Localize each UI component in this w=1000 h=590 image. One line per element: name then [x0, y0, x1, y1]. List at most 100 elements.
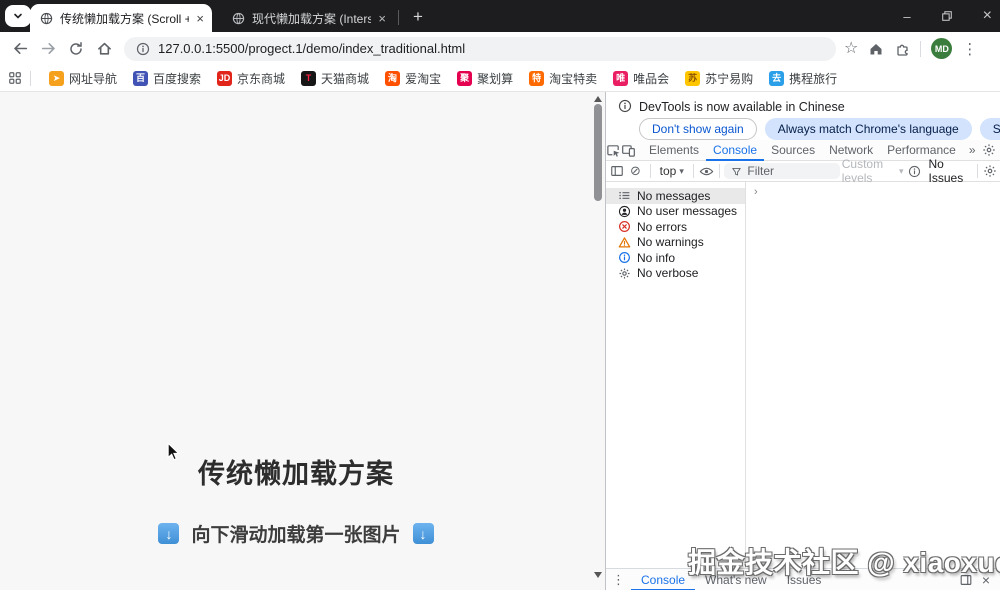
caret-down-icon: ▾: [899, 166, 904, 177]
sidebar-item-verbose[interactable]: No verbose: [606, 266, 745, 282]
bookmarks-bar: ➤ 网址导航 百 百度搜索 JD 京东商城 T 天猫商城 淘 爱淘宝 聚 聚划算…: [0, 65, 1000, 92]
eye-icon[interactable]: [699, 164, 714, 179]
sidebar-item-errors[interactable]: No errors: [606, 219, 745, 235]
dont-show-again-button[interactable]: Don't show again: [639, 118, 757, 140]
bookmark-label: 京东商城: [237, 70, 285, 87]
info-icon: [618, 251, 631, 264]
chevron-down-icon: [12, 10, 24, 22]
bookmark-juhuasuan[interactable]: 聚 聚划算: [449, 67, 521, 89]
bookmark-vip[interactable]: 唯 唯品会: [605, 67, 677, 89]
tab-search-button[interactable]: [5, 5, 31, 27]
bookmark-favicon: 苏: [685, 71, 700, 86]
tab-console[interactable]: Console: [706, 140, 764, 161]
drawer-tab-console[interactable]: Console: [631, 569, 695, 590]
toolbar-divider: [920, 41, 921, 57]
profile-avatar[interactable]: MD: [931, 38, 952, 59]
forward-button[interactable]: [34, 35, 62, 63]
extensions-icon[interactable]: [894, 41, 910, 57]
error-icon: [618, 220, 631, 233]
log-levels-dropdown[interactable]: Custom levels ▾: [842, 157, 904, 185]
console-filter-input[interactable]: Filter: [724, 163, 839, 179]
sidebar-item-label: No errors: [637, 220, 687, 234]
console-settings-gear-icon[interactable]: [983, 164, 997, 178]
more-tabs-icon[interactable]: »: [963, 143, 982, 157]
match-language-button[interactable]: Always match Chrome's language: [765, 118, 972, 140]
settings-gear-icon[interactable]: [982, 143, 996, 157]
reload-button[interactable]: [62, 35, 90, 63]
scroll-up-arrow[interactable]: [594, 96, 602, 102]
sidebar-item-label: No user messages: [637, 204, 737, 218]
watermark-text: 掘金技术社区 @ xiaoxue_: [688, 541, 1000, 581]
bookmark-favicon: 特: [529, 71, 544, 86]
address-bar[interactable]: 127.0.0.1:5500/progect.1/demo/index_trad…: [124, 37, 836, 61]
console-output-area[interactable]: ›: [746, 182, 1000, 568]
apps-grid-icon[interactable]: [8, 71, 22, 85]
console-sidebar-toggle-icon[interactable]: [610, 164, 624, 178]
issues-counter[interactable]: No Issues: [925, 157, 973, 185]
devtools-tabbar-right: ⋮ ×: [982, 142, 1000, 158]
device-toolbar-button[interactable]: [621, 140, 636, 160]
page-scrollbar[interactable]: [592, 92, 604, 590]
back-button[interactable]: [6, 35, 34, 63]
sidebar-item-all-messages[interactable]: No messages: [606, 188, 745, 204]
browser-menu-icon[interactable]: ⋮: [962, 40, 977, 58]
sidebar-item-label: No info: [637, 251, 675, 265]
bookmark-taobaotemai[interactable]: 特 淘宝特卖: [521, 67, 605, 89]
drawer-menu-icon[interactable]: ⋮: [606, 572, 631, 588]
inspect-element-button[interactable]: [606, 140, 621, 160]
scrollbar-thumb[interactable]: [594, 104, 602, 201]
sidebar-item-warnings[interactable]: No warnings: [606, 235, 745, 251]
url-text[interactable]: 127.0.0.1:5500/progect.1/demo/index_trad…: [158, 41, 465, 56]
side-panel-home-icon[interactable]: [868, 41, 884, 57]
restore-button[interactable]: [941, 10, 953, 22]
tab-elements[interactable]: Elements: [642, 140, 706, 161]
bookmark-label: 百度搜索: [153, 70, 201, 87]
sidebar-item-label: No warnings: [637, 235, 704, 249]
switch-language-button[interactable]: Switch DevTools to Chinese: [980, 118, 1000, 140]
tab-close-icon[interactable]: ×: [196, 12, 204, 25]
bookmark-star-icon[interactable]: ☆: [844, 41, 858, 57]
page-subtitle: ↓ 向下滑动加载第一张图片 ↓: [0, 520, 592, 547]
tab-traditional-lazyload[interactable]: 传统懒加载方案 (Scroll + Thro ×: [30, 4, 212, 32]
bookmark-jd[interactable]: JD 京东商城: [209, 67, 293, 89]
close-window-button[interactable]: ×: [983, 7, 992, 25]
window-controls: – ×: [903, 0, 992, 32]
sidebar-item-user-messages[interactable]: No user messages: [606, 204, 745, 220]
home-button[interactable]: [90, 35, 118, 63]
bookmark-aitaobao[interactable]: 淘 爱淘宝: [377, 67, 449, 89]
bookmark-baidu[interactable]: 百 百度搜索: [125, 67, 209, 89]
bookmark-favicon: 去: [769, 71, 784, 86]
page-subtitle-text: 向下滑动加载第一张图片: [191, 520, 400, 547]
caret-down-icon: ▾: [679, 166, 684, 177]
bookmark-ctrip[interactable]: 去 携程旅行: [761, 67, 845, 89]
clear-console-icon[interactable]: ⊘: [626, 163, 645, 179]
bookmark-tmall[interactable]: T 天猫商城: [293, 67, 377, 89]
console-sidebar: No messages No user messages No errors N…: [606, 182, 746, 568]
new-tab-button[interactable]: +: [406, 5, 430, 29]
tab-close-icon[interactable]: ×: [378, 12, 386, 25]
console-body: No messages No user messages No errors N…: [606, 182, 1000, 568]
forward-icon: [40, 40, 57, 57]
inspect-icon: [606, 143, 621, 158]
bookmark-wangzhidaohang[interactable]: ➤ 网址导航: [41, 67, 125, 89]
tab-sources[interactable]: Sources: [764, 140, 822, 161]
toolbar-divider: [977, 164, 978, 178]
globe-favicon: [232, 12, 245, 25]
bookmark-suning[interactable]: 苏 苏宁易购: [677, 67, 761, 89]
warning-icon: [618, 236, 631, 249]
levels-label: Custom levels: [842, 157, 896, 185]
bookmark-favicon: T: [301, 71, 316, 86]
bookmark-label: 携程旅行: [789, 70, 837, 87]
context-selector[interactable]: top ▾: [656, 164, 688, 178]
tab-modern-lazyload[interactable]: 现代懒加载方案 (IntersectionO ×: [222, 4, 394, 32]
toolbar-right: ☆ MD ⋮: [844, 38, 977, 59]
globe-favicon: [40, 12, 53, 25]
site-info-icon[interactable]: [136, 42, 150, 56]
console-prompt-chevron: ›: [754, 186, 758, 198]
bookmark-favicon: JD: [217, 71, 232, 86]
scroll-down-arrow[interactable]: [594, 572, 602, 578]
browser-window: 传统懒加载方案 (Scroll + Thro × 现代懒加载方案 (Inters…: [0, 0, 1000, 590]
verbose-gear-icon: [618, 267, 631, 280]
minimize-button[interactable]: –: [903, 9, 910, 24]
sidebar-item-info[interactable]: No info: [606, 250, 745, 266]
